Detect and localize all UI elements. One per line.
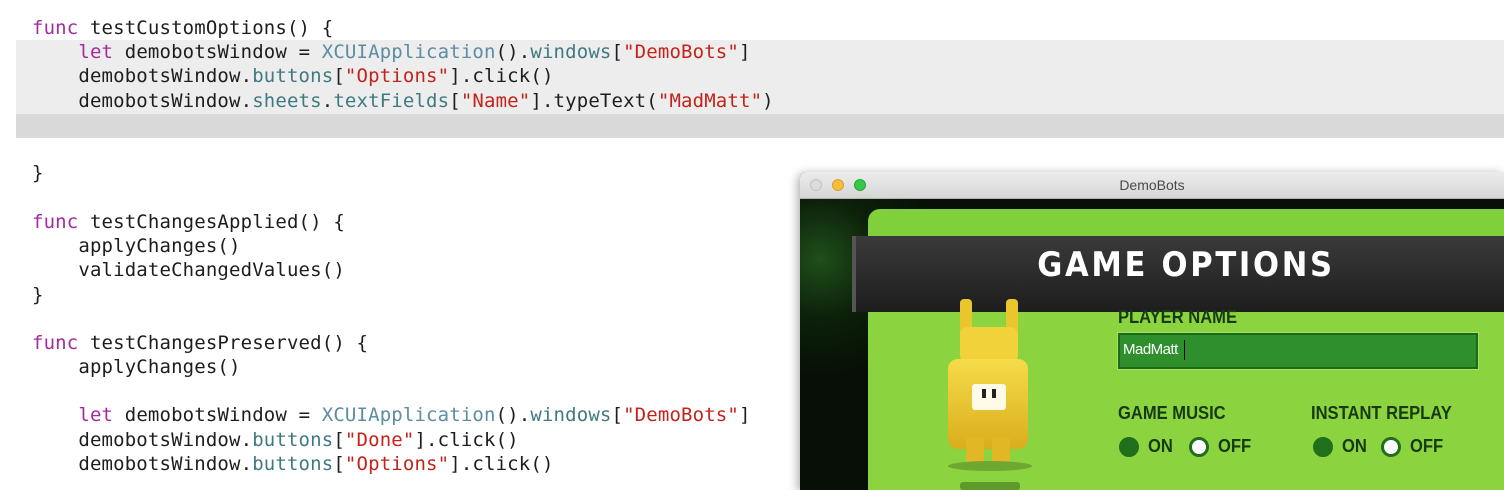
- code-token: testChangesPreserved() {: [78, 332, 369, 354]
- code-token: [: [333, 429, 345, 451]
- code-token: "Options": [344, 65, 450, 87]
- code-token: windows: [530, 41, 612, 63]
- code-token: demobotsWindow.: [32, 429, 253, 451]
- code-token: "Done": [344, 429, 415, 451]
- game-music-on-radio[interactable]: [1119, 437, 1139, 457]
- code-token: validateChangedValues(): [32, 259, 345, 281]
- code-token: "DemoBots": [623, 41, 739, 63]
- code-token: XCUIApplication: [321, 404, 496, 426]
- code-token: applyChanges(): [32, 235, 241, 257]
- character-caption-placeholder: [960, 482, 1020, 490]
- code-token: ].click(): [414, 429, 519, 451]
- code-token: ].click(): [449, 453, 554, 475]
- code-token: ().: [495, 41, 531, 63]
- game-music-off-radio[interactable]: [1189, 437, 1209, 457]
- player-name-label: PLAYER NAME: [1118, 307, 1238, 327]
- minimize-window-button[interactable]: [832, 179, 844, 191]
- code-line[interactable]: applyChanges(): [32, 234, 241, 258]
- code-line[interactable]: }: [32, 283, 44, 307]
- player-name-value: MadMatt: [1123, 341, 1178, 358]
- code-token: [: [333, 65, 345, 87]
- code-token: windows: [530, 404, 612, 426]
- code-token: ): [762, 90, 774, 112]
- code-token: func: [32, 332, 79, 354]
- code-token: ]: [738, 41, 751, 63]
- code-token: ]: [738, 404, 751, 426]
- code-line[interactable]: func testChangesApplied() {: [32, 210, 345, 234]
- code-token: buttons: [252, 65, 334, 87]
- code-token: }: [32, 162, 44, 184]
- code-token: .: [321, 90, 334, 112]
- code-token: func: [32, 211, 79, 233]
- code-line[interactable]: let demobotsWindow = XCUIApplication().w…: [32, 403, 751, 427]
- code-token: "Name": [460, 90, 531, 112]
- window-titlebar[interactable]: DemoBots: [800, 172, 1504, 199]
- instant-replay-label: INSTANT REPLAY: [1311, 403, 1452, 423]
- code-token: testCustomOptions() {: [78, 17, 334, 39]
- code-token: "Options": [344, 453, 450, 475]
- instant-replay-off-radio[interactable]: [1381, 437, 1401, 457]
- code-token: XCUIApplication: [321, 41, 496, 63]
- code-token: let: [78, 404, 114, 426]
- instant-replay-on-label[interactable]: ON: [1342, 436, 1367, 457]
- game-music-on-label[interactable]: ON: [1148, 436, 1173, 457]
- code-token: applyChanges(): [32, 356, 241, 378]
- code-token: [: [611, 404, 624, 426]
- code-line[interactable]: demobotsWindow.buttons["Done"].click(): [32, 428, 519, 452]
- code-token: textFields: [333, 90, 450, 112]
- code-token: demobotsWindow.: [32, 90, 253, 112]
- code-line[interactable]: demobotsWindow.buttons["Options"].click(…: [32, 64, 554, 88]
- code-token: demobotsWindow =: [113, 404, 322, 426]
- options-banner: GAME OPTIONS: [852, 236, 1504, 312]
- code-token: testChangesApplied() {: [78, 211, 345, 233]
- code-line[interactable]: demobotsWindow.buttons["Options"].click(…: [32, 452, 554, 476]
- code-line[interactable]: }: [32, 161, 44, 185]
- code-token: [: [333, 453, 345, 475]
- game-options-heading: GAME OPTIONS: [1037, 245, 1335, 285]
- code-token: demobotsWindow.: [32, 453, 253, 475]
- code-line[interactable]: let demobotsWindow = XCUIApplication().w…: [32, 40, 751, 64]
- game-scene[interactable]: GAME OPTIONS PLAYER NAME MadMatt GAME MU…: [800, 199, 1504, 490]
- code-token: demobotsWindow.: [32, 65, 253, 87]
- code-token: sheets: [252, 90, 322, 112]
- code-token: [: [449, 90, 461, 112]
- code-token: func: [32, 17, 79, 39]
- zoom-window-button[interactable]: [854, 179, 866, 191]
- text-cursor: [1184, 340, 1185, 360]
- code-token: "MadMatt": [657, 90, 763, 112]
- window-title: DemoBots: [1119, 177, 1185, 193]
- player-name-field[interactable]: MadMatt: [1118, 333, 1478, 369]
- code-line[interactable]: func testChangesPreserved() {: [32, 331, 368, 355]
- code-token: }: [32, 284, 44, 306]
- code-token: demobotsWindow =: [113, 41, 322, 63]
- instant-replay-off-label[interactable]: OFF: [1410, 436, 1443, 457]
- code-line[interactable]: func testCustomOptions() {: [32, 16, 333, 40]
- close-window-button[interactable]: [810, 179, 822, 191]
- instant-replay-on-radio[interactable]: [1313, 437, 1333, 457]
- demobots-window[interactable]: DemoBots GAME OPTIONS PLAYER NAME MadMat…: [800, 172, 1504, 490]
- game-music-label: GAME MUSIC: [1118, 403, 1226, 423]
- code-token: [: [611, 41, 624, 63]
- code-token: ().: [495, 404, 531, 426]
- game-music-off-label[interactable]: OFF: [1218, 436, 1251, 457]
- code-token: buttons: [252, 453, 334, 475]
- code-token: let: [78, 41, 114, 63]
- code-token: buttons: [252, 429, 334, 451]
- code-line[interactable]: applyChanges(): [32, 355, 241, 379]
- code-line[interactable]: validateChangedValues(): [32, 258, 345, 282]
- code-token: ].typeText(: [530, 90, 658, 112]
- code-token: "DemoBots": [623, 404, 739, 426]
- code-token: ].click(): [449, 65, 554, 87]
- code-line[interactable]: demobotsWindow.sheets.textFields["Name"]…: [32, 89, 774, 113]
- current-line-highlight: [16, 114, 1504, 138]
